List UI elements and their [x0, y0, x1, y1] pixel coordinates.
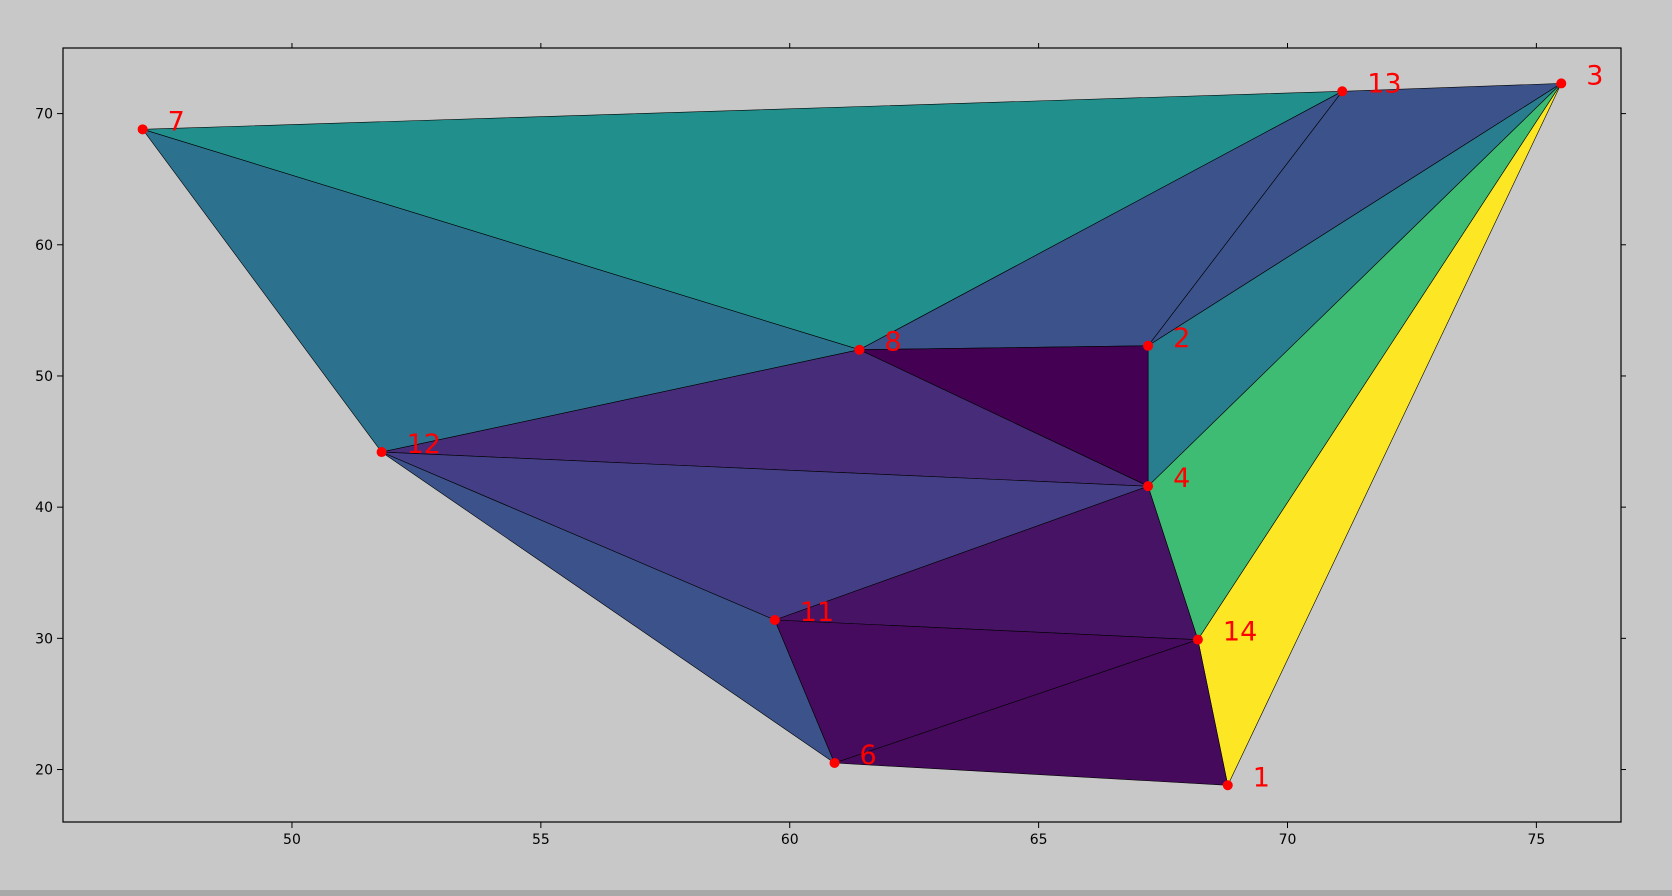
point-label-7: 7 — [168, 106, 185, 137]
point-label-6: 6 — [860, 740, 877, 771]
point-label-12: 12 — [407, 429, 441, 460]
x-tick-label: 70 — [1279, 832, 1297, 848]
x-tick-label: 50 — [283, 832, 301, 848]
triangles-layer — [142, 83, 1562, 786]
x-tick-label: 60 — [781, 832, 799, 848]
point-3 — [1556, 78, 1567, 89]
point-label-11: 11 — [800, 597, 834, 628]
y-tick-label: 20 — [35, 763, 53, 779]
point-7 — [137, 124, 148, 135]
y-tick-label: 70 — [35, 107, 53, 123]
point-4 — [1143, 481, 1154, 492]
figure-window: 50 55 60 65 70 75 20 30 40 50 60 70 1 2 3 4 6 7 8 11 12 13 14 — [0, 0, 1672, 896]
point-label-14: 14 — [1223, 617, 1257, 648]
y-tick-label: 50 — [35, 369, 53, 385]
point-11 — [769, 614, 780, 625]
point-1 — [1222, 780, 1233, 791]
point-label-3: 3 — [1586, 60, 1603, 91]
point-label-4: 4 — [1173, 463, 1190, 494]
point-6 — [829, 757, 840, 768]
point-label-8: 8 — [884, 327, 901, 358]
point-13 — [1337, 86, 1348, 97]
y-tick-label: 30 — [35, 631, 53, 647]
y-tick-label: 40 — [35, 500, 53, 516]
point-2 — [1143, 340, 1154, 351]
point-8 — [854, 344, 865, 355]
triangulation-chart: 50 55 60 65 70 75203040506070 123467811121314 — [35, 43, 1626, 848]
point-14 — [1192, 634, 1203, 645]
x-tick-label: 55 — [532, 832, 550, 848]
point-label-1: 1 — [1253, 762, 1270, 793]
x-tick-label: 75 — [1527, 832, 1545, 848]
y-tick-label: 60 — [35, 238, 53, 254]
point-12 — [376, 447, 387, 458]
x-tick-label: 65 — [1030, 832, 1048, 848]
point-label-2: 2 — [1173, 323, 1190, 354]
point-label-13: 13 — [1367, 68, 1401, 99]
